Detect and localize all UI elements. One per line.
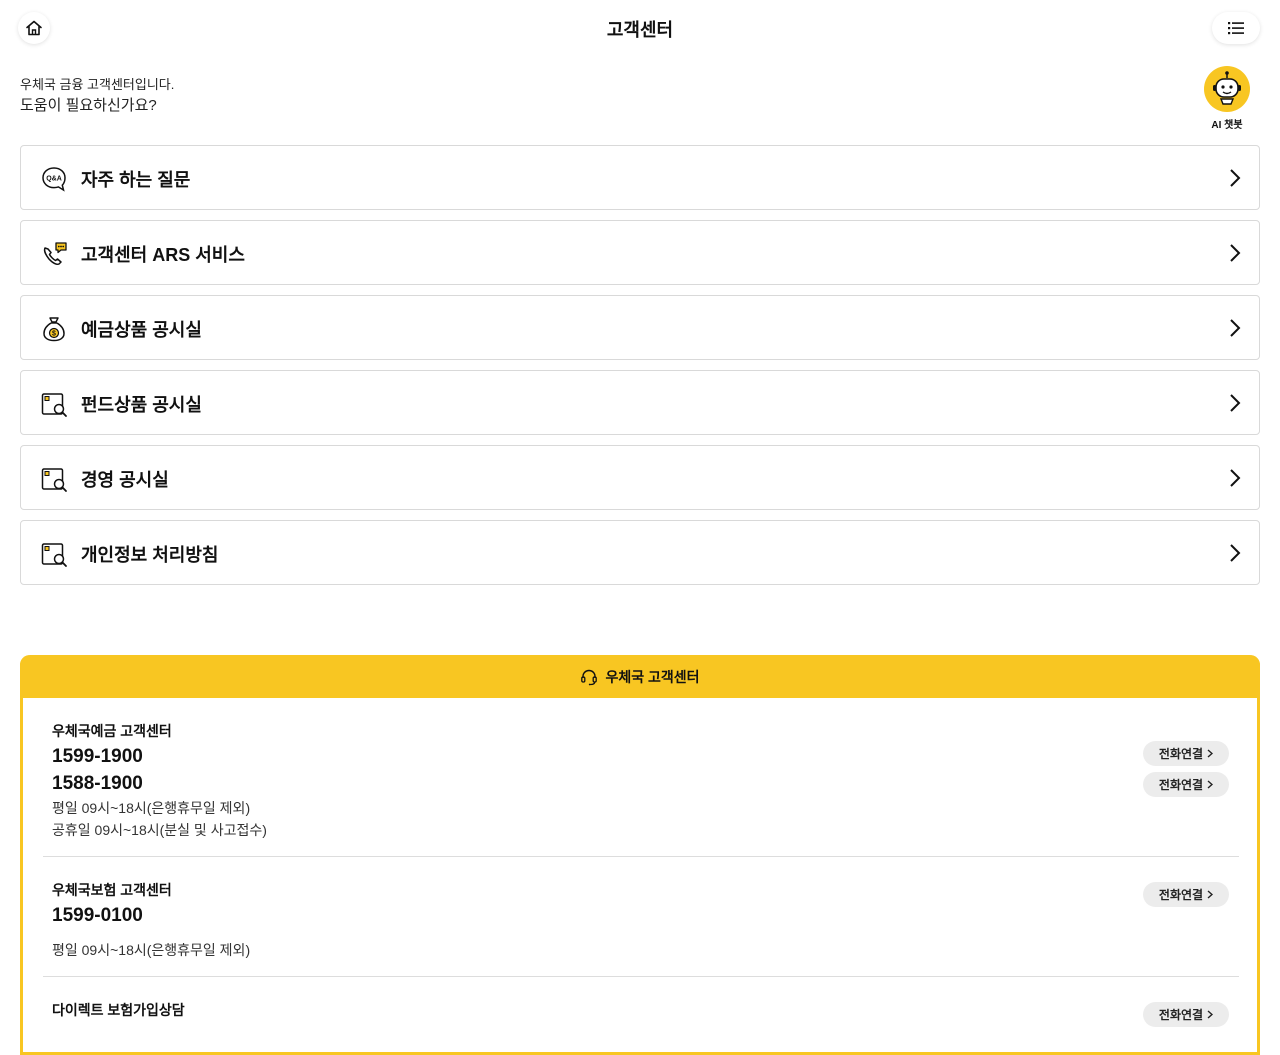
money-bag-icon: $ xyxy=(43,317,65,342)
menu-item-privacy-policy[interactable]: 개인정보 처리방침 xyxy=(20,520,1260,585)
menu-item-faq[interactable]: Q&A 자주 하는 질문 xyxy=(20,145,1260,210)
menu-item-fund-disclosure[interactable]: 펀드상품 공시실 xyxy=(20,370,1260,435)
menu-item-label: 개인정보 처리방침 xyxy=(81,545,219,565)
document-search-icon xyxy=(41,393,67,417)
call-button-label: 전화연결 xyxy=(1158,1008,1204,1022)
chevron-right-icon xyxy=(1230,244,1241,262)
center-name: 우체국보험 고객센터 xyxy=(52,882,172,898)
call-button[interactable]: 전화연결 xyxy=(1143,882,1229,907)
ai-chatbot-button[interactable]: AI 챗봇 xyxy=(1202,66,1252,131)
menu-item-label: 고객센터 ARS 서비스 xyxy=(81,245,245,265)
call-button-label: 전화연결 xyxy=(1158,778,1204,792)
call-button[interactable]: 전화연결 xyxy=(1143,1002,1229,1027)
list-menu-icon xyxy=(1228,22,1244,35)
center-deposit: 우체국예금 고객센터 1599-1900 1588-1900 평일 09시~18… xyxy=(43,698,1239,856)
operating-hours: 평일 09시~18시(은행휴무일 제외) xyxy=(52,800,251,816)
call-button-label: 전화연결 xyxy=(1158,747,1204,761)
chevron-right-icon xyxy=(1230,469,1241,487)
document-search-icon xyxy=(41,468,67,492)
intro-text: 우체국 금융 고객센터입니다. xyxy=(20,77,175,92)
phone-number: 1599-1900 xyxy=(52,746,143,767)
center-direct-insurance: 다이렉트 보험가입상담 전화연결 xyxy=(43,977,1239,1055)
svg-text:Q&A: Q&A xyxy=(46,176,62,183)
menu-button[interactable] xyxy=(1212,12,1260,44)
menu-list: Q&A 자주 하는 질문 고객센터 ARS 서비스 $ 예금상품 공시실 펀드상… xyxy=(20,145,1260,595)
call-button[interactable]: 전화연결 xyxy=(1143,741,1229,766)
phone-number: 1588-1900 xyxy=(52,773,143,794)
operating-hours: 공휴일 09시~18시(분실 및 사고접수) xyxy=(52,822,267,838)
chevron-right-icon xyxy=(1207,780,1214,789)
phone-number: 1599-0100 xyxy=(52,905,143,926)
customer-center-header: 우체국 고객센터 xyxy=(20,655,1260,698)
menu-item-label: 자주 하는 질문 xyxy=(81,170,191,190)
chevron-right-icon xyxy=(1230,394,1241,412)
chevron-right-icon xyxy=(1230,169,1241,187)
customer-center-panel: 우체국 고객센터 우체국예금 고객센터 1599-1900 1588-1900 … xyxy=(20,655,1260,1055)
menu-item-ars-service[interactable]: 고객센터 ARS 서비스 xyxy=(20,220,1260,285)
headset-icon xyxy=(581,669,598,685)
page-title: 고객센터 xyxy=(606,20,674,40)
intro-question: 도움이 필요하신가요? xyxy=(20,97,157,114)
svg-text:$: $ xyxy=(52,331,56,338)
menu-item-label: 펀드상품 공시실 xyxy=(81,395,202,415)
menu-item-deposit-disclosure[interactable]: $ 예금상품 공시실 xyxy=(20,295,1260,360)
header: 고객센터 xyxy=(0,0,1280,58)
center-name: 우체국예금 고객센터 xyxy=(52,723,172,739)
chevron-right-icon xyxy=(1230,544,1241,562)
menu-item-label: 경영 공시실 xyxy=(81,470,169,490)
phone-chat-icon xyxy=(43,242,67,266)
robot-chatbot-icon xyxy=(1204,66,1250,112)
document-search-icon xyxy=(41,543,67,567)
center-name: 다이렉트 보험가입상담 xyxy=(52,1002,185,1018)
chevron-right-icon xyxy=(1207,890,1214,899)
operating-hours: 평일 09시~18시(은행휴무일 제외) xyxy=(52,942,251,958)
chevron-right-icon xyxy=(1207,749,1214,758)
qa-bubble-icon: Q&A xyxy=(42,167,66,192)
menu-item-label: 예금상품 공시실 xyxy=(81,320,202,340)
customer-center-title: 우체국 고객센터 xyxy=(605,668,700,685)
center-insurance: 우체국보험 고객센터 1599-0100 평일 09시~18시(은행휴무일 제외… xyxy=(43,857,1239,975)
call-button[interactable]: 전화연결 xyxy=(1143,772,1229,797)
chevron-right-icon xyxy=(1230,319,1241,337)
call-button-label: 전화연결 xyxy=(1158,888,1204,902)
chevron-right-icon xyxy=(1207,1010,1214,1019)
chatbot-label: AI 챗봇 xyxy=(1211,120,1243,131)
menu-item-management-disclosure[interactable]: 경영 공시실 xyxy=(20,445,1260,510)
